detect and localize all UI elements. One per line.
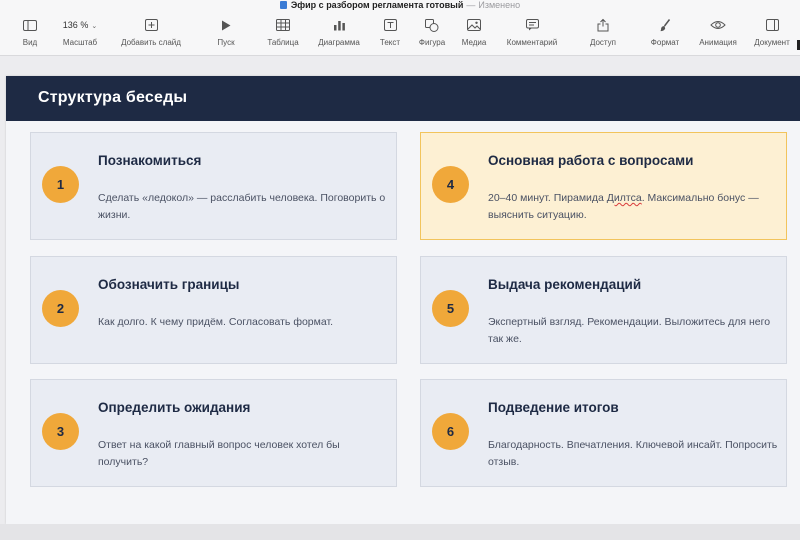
step-number-badge: 1 xyxy=(42,166,79,203)
step-card-6[interactable]: 6 Подведение итогов Благодарность. Впеча… xyxy=(420,379,787,487)
window-title-bar: Эфир с разбором регламента готовый — Измен… xyxy=(0,0,800,12)
animate-label: Анимация xyxy=(699,38,737,47)
step-card-3[interactable]: 3 Определить ожидания Ответ на какой гла… xyxy=(30,379,397,487)
chart-label: Диаграмма xyxy=(318,38,360,47)
sidebar-icon xyxy=(19,17,41,33)
toolbar: Эфир с разбором регламента готовый — Измен… xyxy=(0,0,800,56)
document-icon xyxy=(761,17,783,33)
table-icon xyxy=(272,17,294,33)
slide-title: Структура беседы xyxy=(38,89,188,106)
play-label: Пуск xyxy=(217,38,235,47)
share-button[interactable]: Доступ xyxy=(584,17,622,53)
step-card-2[interactable]: 2 Обозначить границы Как долго. К чему п… xyxy=(30,256,397,364)
chart-button[interactable]: Диаграмма xyxy=(312,17,366,53)
media-label: Медиа xyxy=(461,38,487,47)
step-description: Сделать «ледокол» — расслабить человека.… xyxy=(98,192,386,221)
step-description: Ответ на какой главный вопрос человек хо… xyxy=(98,439,340,468)
text-button[interactable]: Текст xyxy=(375,17,405,53)
view-label: Вид xyxy=(22,38,38,47)
shape-label: Фигура xyxy=(418,38,446,47)
zoom-label: Масштаб xyxy=(62,38,98,47)
keynote-document-icon xyxy=(279,1,287,9)
document-label: Документ xyxy=(754,38,790,47)
step-number-badge: 5 xyxy=(432,290,469,327)
zoom-control[interactable]: 136 % ⌄ Масштаб xyxy=(56,17,104,53)
spellcheck-word[interactable]: Дилтса xyxy=(607,192,642,204)
step-description: Благодарность. Впечатления. Ключевой инс… xyxy=(488,439,778,468)
comment-label: Комментарий xyxy=(506,38,558,47)
step-title: Подведение итогов xyxy=(488,400,619,415)
add-slide-icon xyxy=(140,17,162,33)
step-number-badge: 6 xyxy=(432,413,469,450)
add-slide-button[interactable]: Добавить слайд xyxy=(114,17,188,53)
media-button[interactable]: Медиа xyxy=(457,17,491,53)
comment-button[interactable]: Комментарий xyxy=(500,17,564,53)
add-slide-label: Добавить слайд xyxy=(121,38,181,47)
table-button[interactable]: Таблица xyxy=(263,17,303,53)
zoom-value: 136 % xyxy=(62,20,89,30)
step-description: 20–40 минут. Пирамида Дилтса. Максимальн… xyxy=(488,190,778,224)
step-number-badge: 2 xyxy=(42,290,79,327)
table-label: Таблица xyxy=(267,38,299,47)
share-icon xyxy=(592,17,614,33)
animation-icon xyxy=(707,17,729,33)
document-name: Эфир с разбором регламента готовый xyxy=(290,0,464,10)
step-description: Как долго. К чему придём. Согласовать фо… xyxy=(98,316,334,328)
document-status: Изменено xyxy=(478,0,521,10)
step-description-text: 20–40 минут. Пирамида xyxy=(488,192,607,204)
step-title: Обозначить границы xyxy=(98,277,240,292)
media-icon xyxy=(463,17,485,33)
text-icon xyxy=(379,17,401,33)
step-card-1[interactable]: 1 Познакомиться Сделать «ледокол» — расс… xyxy=(30,132,397,240)
comment-icon xyxy=(521,17,543,33)
shape-button[interactable]: Фигура xyxy=(413,17,451,53)
step-description: Экспертный взгляд. Рекомендации. Выложит… xyxy=(488,316,771,345)
document-button[interactable]: Документ xyxy=(748,17,796,53)
step-card-5[interactable]: 5 Выдача рекомендаций Экспертный взгляд.… xyxy=(420,256,787,364)
step-title: Выдача рекомендаций xyxy=(488,277,642,292)
play-button[interactable]: Пуск xyxy=(212,17,240,53)
brush-icon xyxy=(654,17,676,33)
chart-icon xyxy=(328,17,350,33)
format-button[interactable]: Формат xyxy=(645,17,685,53)
share-label: Доступ xyxy=(589,38,617,47)
chevron-down-icon: ⌄ xyxy=(91,23,98,30)
step-title: Определить ожидания xyxy=(98,400,251,415)
animate-button[interactable]: Анимация xyxy=(693,17,743,53)
title-separator: — xyxy=(466,0,476,10)
shape-icon xyxy=(421,17,443,33)
text-label: Текст xyxy=(379,38,401,47)
slide-header-bar: Структура беседы xyxy=(6,76,800,121)
step-card-4[interactable]: 4 Основная работа с вопросами 20–40 мину… xyxy=(420,132,787,240)
step-title: Познакомиться xyxy=(98,153,202,168)
slide-canvas[interactable]: Структура беседы 1 Познакомиться Сделать… xyxy=(6,76,800,524)
format-label: Формат xyxy=(650,38,680,47)
step-number-badge: 3 xyxy=(42,413,79,450)
step-number-badge: 4 xyxy=(432,166,469,203)
view-button[interactable]: Вид xyxy=(17,17,43,53)
step-title: Основная работа с вопросами xyxy=(488,153,694,168)
play-icon xyxy=(215,17,237,33)
canvas-background xyxy=(0,524,800,540)
